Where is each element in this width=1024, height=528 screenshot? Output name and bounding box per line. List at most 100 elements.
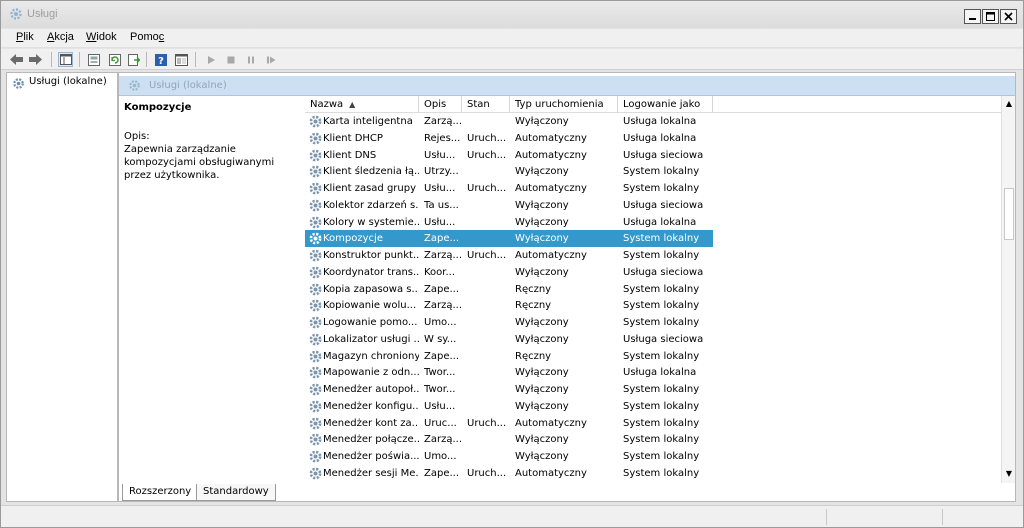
table-row[interactable]: Logowanie pomo... Umo... Wyłączony System l… (305, 314, 895, 331)
column-header-status-label: Stan (467, 99, 490, 110)
table-row[interactable]: Kopia zapasowa s... Zape... Ręczny System l… (305, 281, 895, 298)
gear-icon (309, 417, 322, 429)
services-panel: Usługi (lokalne) Kompozycje Opis: Zapewn… (118, 72, 1016, 502)
gear-icon (309, 115, 322, 128)
refresh-button[interactable] (107, 52, 122, 67)
column-header-logon-as[interactable]: Logowanie jako (618, 96, 713, 113)
cell-startup: Wyłączony (515, 116, 569, 127)
menu-akcja-label: kcja (54, 31, 74, 43)
close-button[interactable] (1000, 9, 1017, 24)
cell-logon: System lokalny (623, 384, 700, 395)
cell-name: Magazyn chroniony (323, 350, 419, 362)
start-service-button[interactable] (203, 52, 218, 67)
services-list: Nazwa ▲ Opis Stan Typ uruchomienia Logowa… (305, 96, 1015, 483)
table-row[interactable]: Magazyn chroniony Zape... Ręczny System lok… (305, 348, 895, 365)
toolbar-separator (79, 52, 80, 67)
column-header-name-label: Nazwa (310, 99, 344, 110)
column-header-startup-type[interactable]: Typ uruchomienia (510, 96, 618, 113)
title-bar: Usługi (1, 1, 1023, 28)
table-row[interactable]: Koordynator trans... Koor... Wyłączony Usłu… (305, 264, 895, 281)
cell-logon: System lokalny (623, 166, 700, 178)
cell-logon: Usługa sieciowa (623, 149, 704, 161)
cell-name: Kolory w systemie... (323, 216, 419, 228)
export-list-button[interactable] (126, 52, 141, 67)
cell-startup: Wyłączony (515, 199, 569, 211)
table-row[interactable]: Klient śledzenia łą... Utrzy... Wyłączony S… (305, 163, 895, 180)
console-view-icon (175, 53, 188, 66)
table-row[interactable]: Mapowanie z odn... Twor... Wyłączony Usługa… (305, 364, 895, 381)
table-row[interactable]: Kolory w systemie... Usłu... Wyłączony Usłu… (305, 214, 895, 231)
table-row[interactable]: Klient DHCP Rejes... Uruch... Automatyczny U… (305, 130, 895, 147)
table-row[interactable]: Menedżer poświa... Umo... Wyłączony System … (305, 448, 895, 465)
stop-service-button[interactable] (223, 52, 238, 67)
status-bar-separator (942, 509, 943, 525)
pause-icon (247, 56, 254, 63)
cell-desc: Zape... (424, 233, 460, 245)
gear-icon (309, 249, 322, 262)
maximize-button[interactable] (982, 9, 999, 24)
console-view-button[interactable] (174, 52, 189, 67)
tab-standard[interactable]: Standardowy (196, 484, 276, 501)
tab-extended[interactable]: Rozszerzony (122, 484, 199, 501)
cell-name: Mapowanie z odn... (323, 367, 419, 379)
gear-icon (309, 366, 322, 379)
column-header-status[interactable]: Stan (462, 96, 510, 113)
cell-startup: Wyłączony (515, 367, 569, 379)
forward-button[interactable] (28, 52, 43, 67)
table-row[interactable]: Lokalizator usługi ... W sy... Wyłączony Us… (305, 331, 895, 348)
cell-name: Menedżer autopoł... (323, 384, 419, 395)
table-row[interactable]: Menedżer kont za... Uruc... Uruch... Automa… (305, 415, 895, 432)
minimize-button[interactable] (964, 9, 981, 24)
cell-startup: Wyłączony (515, 216, 569, 228)
window-title: Usługi (27, 8, 58, 20)
cell-desc: Umo... (424, 317, 457, 328)
cell-startup: Automatyczny (515, 132, 587, 144)
cell-logon: System lokalny (623, 451, 700, 462)
table-row[interactable]: Menedżer połącze... Zarzą... Wyłączony Syst… (305, 431, 895, 448)
cell-logon: System lokalny (623, 233, 700, 245)
vertical-scrollbar[interactable]: ▲ ▼ (1001, 96, 1015, 483)
table-row[interactable]: Klient zasad grupy Usłu... Uruch... Automat… (305, 180, 895, 197)
restart-service-button[interactable] (263, 52, 278, 67)
menu-widok[interactable]: Widok (86, 31, 117, 43)
show-hide-tree-button[interactable] (58, 52, 73, 67)
properties-icon (87, 53, 100, 66)
column-header-description[interactable]: Opis (419, 96, 462, 113)
gear-icon (309, 182, 322, 195)
scrollbar-thumb[interactable] (1004, 188, 1014, 240)
cell-name: Menedżer poświa... (323, 451, 419, 462)
table-row[interactable]: Konstruktor punkt... Zarzą... Uruch... Auto… (305, 247, 895, 264)
table-row[interactable]: Kompozycje Zape... Wyłączony System lokalny (305, 230, 713, 248)
back-button[interactable] (9, 52, 24, 67)
menu-pomoc-accel: c (158, 31, 165, 43)
menu-akcja[interactable]: Akcja (47, 31, 74, 43)
cell-name: Klient śledzenia łą... (323, 166, 419, 178)
show-hide-tree-icon (59, 54, 72, 65)
menu-plik[interactable]: Plik (16, 31, 34, 43)
console-tree: Usługi (lokalne) (6, 72, 118, 502)
table-row[interactable]: Menedżer autopoł... Twor... Wyłączony Syste… (305, 381, 895, 398)
gear-icon (309, 333, 322, 346)
help-button[interactable]: ? (153, 52, 168, 67)
column-header-name[interactable]: Nazwa ▲ (305, 96, 419, 113)
cell-desc: Zarzą... (424, 116, 462, 127)
menu-pomoc[interactable]: Pomoc (130, 31, 164, 43)
table-row[interactable]: Kopiowanie wolu... Zarzą... Ręczny System l… (305, 297, 895, 314)
scroll-up-arrow-icon[interactable]: ▲ (1003, 98, 1015, 110)
cell-name: Menedżer sesji Me... (323, 467, 419, 479)
table-row[interactable]: Kolektor zdarzeń s... Ta us... Wyłączony Us… (305, 197, 895, 214)
cell-logon: System lokalny (623, 467, 700, 479)
cell-name: Lokalizator usługi ... (323, 333, 419, 345)
cell-startup: Ręczny (515, 300, 552, 312)
table-row[interactable]: Karta inteligentna Zarzą... Wyłączony Usług… (305, 113, 895, 130)
properties-button[interactable] (86, 52, 101, 67)
tree-item-services-local[interactable]: Usługi (lokalne) (29, 76, 107, 87)
cell-desc: Usłu... (424, 149, 456, 161)
table-row[interactable]: Menedżer konfigu... Usłu... Wyłączony Syste… (305, 398, 895, 415)
pause-service-button[interactable] (243, 52, 258, 67)
maximize-icon (986, 12, 995, 21)
status-bar-separator (826, 509, 827, 525)
scroll-down-arrow-icon[interactable]: ▼ (1003, 468, 1015, 480)
table-row[interactable]: Klient DNS Usłu... Uruch... Automatyczny Usł… (305, 147, 895, 164)
table-row[interactable]: Menedżer sesji Me... Zape... Uruch... Autom… (305, 465, 895, 482)
